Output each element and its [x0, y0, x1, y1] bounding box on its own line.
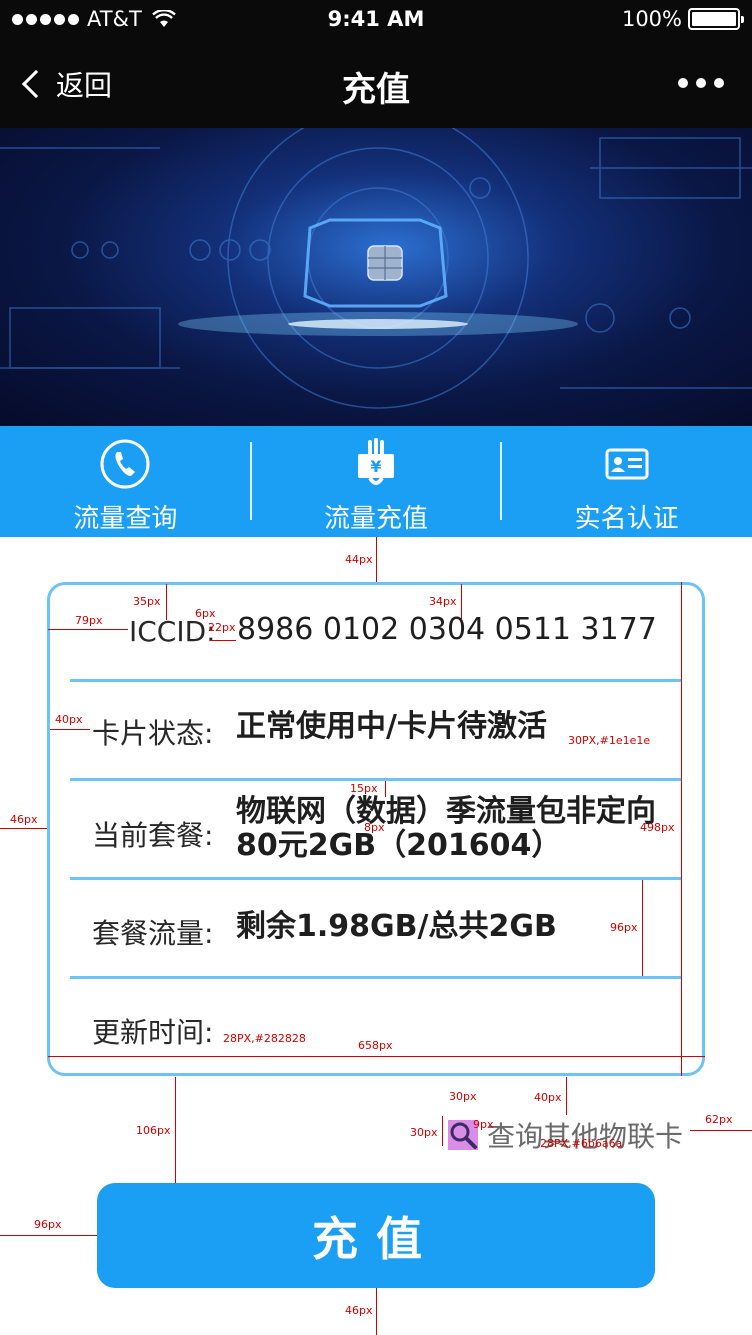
spec-label: 44px [345, 553, 373, 566]
more-dot-icon [678, 78, 688, 88]
battery-icon [688, 8, 744, 30]
spec-line [442, 1116, 443, 1146]
spec-label: 62px [705, 1113, 733, 1126]
battery-percent: 100% [621, 7, 682, 31]
spec-label: 8px [364, 821, 385, 834]
svg-text:¥: ¥ [370, 457, 381, 476]
spec-line [175, 1077, 176, 1183]
spec-line [461, 584, 462, 620]
spec-line [681, 582, 682, 1076]
spec-label: 28PX,#6b6a6a [540, 1137, 623, 1150]
recharge-button[interactable]: 充值 [97, 1183, 655, 1288]
spec-label: 658px [358, 1039, 393, 1052]
plan-traffic-label: 套餐流量: [92, 917, 214, 950]
spec-line [50, 729, 90, 730]
action-traffic-recharge[interactable]: ¥ 流量充值 [251, 426, 502, 537]
card-status-value: 正常使用中/卡片待激活 [236, 709, 547, 744]
update-time-row: 更新时间: [70, 979, 682, 1073]
action-label: 流量查询 [73, 504, 178, 534]
action-label: 流量充值 [324, 504, 429, 534]
spec-label: 30PX,#1e1e1e [568, 734, 651, 747]
spec-line [376, 1288, 377, 1335]
spec-label: 15px [350, 782, 378, 795]
current-plan-value-line2: 80元2GB（201604） [236, 828, 562, 863]
action-realname-auth[interactable]: 实名认证 [501, 426, 752, 537]
action-strip: 流量查询 ¥ 流量充值 实名认证 [0, 426, 752, 537]
top-bar: AT&T 9:41 AM 100% 返回 充值 [0, 0, 752, 128]
spec-line [642, 880, 643, 976]
update-time-label: 更新时间: [92, 1016, 214, 1049]
plan-traffic-value: 剩余1.98GB/总共2GB [236, 909, 557, 944]
spec-line [690, 1130, 752, 1131]
spec-label: 40px [55, 713, 83, 726]
spec-label: 40px [534, 1091, 562, 1104]
spec-line [48, 1056, 705, 1057]
spec-line [210, 640, 236, 641]
card-status-label: 卡片状态: [92, 717, 214, 750]
spec-line [566, 1077, 567, 1115]
hero-banner [0, 128, 752, 426]
battery-group: 100% [621, 7, 744, 31]
spec-label: 46px [345, 1304, 373, 1317]
iccid-row: ICCID: 8986 0102 0304 0511 3177 [70, 585, 682, 682]
spec-line [376, 537, 377, 582]
spec-line [0, 1235, 97, 1236]
spec-label: 28PX,#282828 [223, 1032, 306, 1045]
spec-line [385, 781, 386, 797]
nav-bar: 返回 充值 [0, 54, 752, 114]
plan-traffic-row: 套餐流量: 剩余1.98GB/总共2GB [70, 880, 682, 979]
action-traffic-query[interactable]: 流量查询 [0, 426, 251, 537]
spec-label: 30px [410, 1126, 438, 1139]
more-dot-icon [696, 78, 706, 88]
spec-label: 22px [208, 621, 236, 634]
page-title: 充值 [342, 70, 410, 110]
current-plan-value-line1: 物联网（数据）季流量包非定向 [236, 794, 656, 829]
spec-label: 34px [429, 595, 457, 608]
status-bar: AT&T 9:41 AM 100% [0, 0, 752, 40]
current-plan-label: 当前套餐: [92, 819, 214, 852]
spec-label: 106px [136, 1124, 171, 1137]
phone-icon [100, 439, 150, 489]
spec-label: 46px [10, 813, 38, 826]
yuan-card-icon: ¥ [358, 438, 394, 485]
more-dot-icon [714, 78, 724, 88]
id-card-icon [605, 448, 649, 480]
spec-label: 30px [449, 1090, 477, 1103]
spec-label: 96px [610, 921, 638, 934]
banner-graphic [0, 128, 752, 409]
spec-label: 6px [195, 607, 216, 620]
spec-line [48, 629, 128, 630]
spec-label: 96px [34, 1218, 62, 1231]
spec-label: 9px [473, 1118, 494, 1131]
card-status-row: 卡片状态: 正常使用中/卡片待激活 [70, 682, 682, 781]
spec-label: 79px [75, 614, 103, 627]
more-button[interactable] [678, 78, 724, 88]
spec-line [0, 828, 47, 829]
action-label: 实名认证 [574, 504, 679, 534]
spec-label: 498px [640, 821, 675, 834]
iccid-value: 8986 0102 0304 0511 3177 [237, 612, 657, 647]
spec-line [166, 584, 167, 620]
spec-label: 35px [133, 595, 161, 608]
